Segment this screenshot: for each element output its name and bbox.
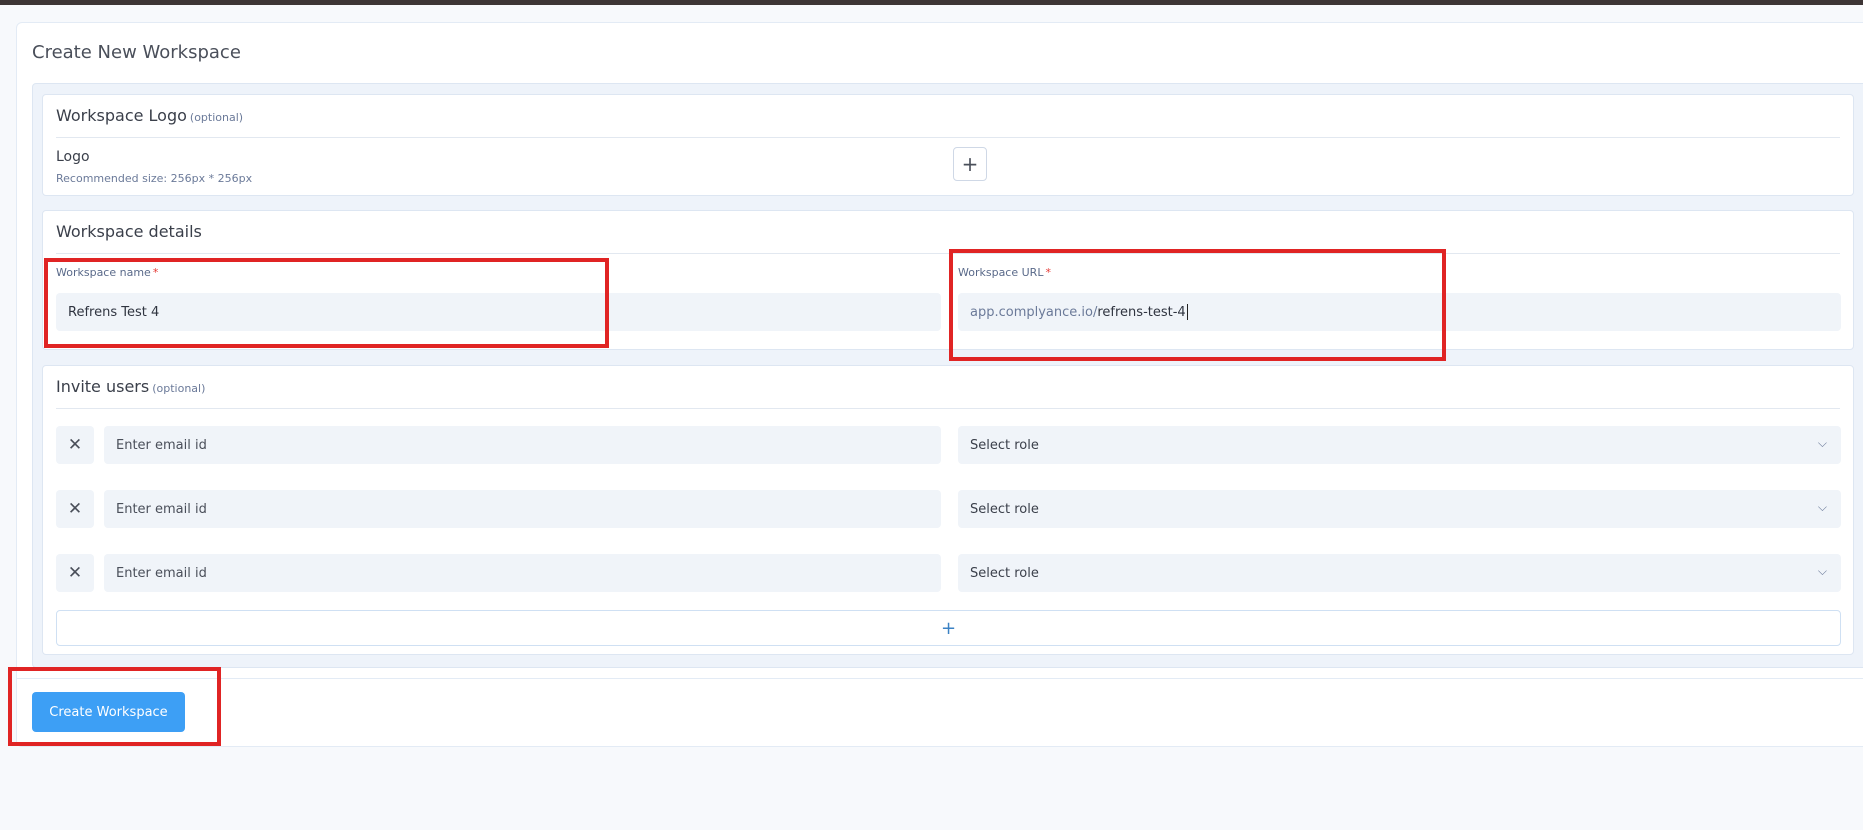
- workspace-name-input[interactable]: Refrens Test 4: [56, 293, 941, 331]
- workspace-details-section: Workspace details Workspace name * Refren…: [42, 210, 1854, 350]
- add-logo-button[interactable]: +: [953, 147, 987, 181]
- footer-divider: [16, 678, 1863, 679]
- optional-tag: (optional): [152, 382, 206, 395]
- required-mark: *: [152, 266, 159, 279]
- role-select[interactable]: Select role ⌵: [958, 426, 1841, 464]
- details-section-title: Workspace details: [56, 222, 202, 241]
- logo-label: Logo: [56, 149, 90, 165]
- workspace-name-label: Workspace name *: [56, 266, 159, 279]
- remove-invite-button[interactable]: ✕: [56, 490, 94, 528]
- plus-icon: +: [940, 617, 957, 639]
- url-prefix: app.complyance.io/: [970, 304, 1098, 320]
- divider: [56, 408, 1840, 409]
- invite-section-title: Invite users (optional): [56, 377, 206, 396]
- chevron-down-icon: ⌵: [1817, 436, 1827, 450]
- divider: [56, 253, 1840, 254]
- text-caret: [1186, 304, 1188, 320]
- logo-section-title: Workspace Logo (optional): [56, 106, 244, 125]
- create-workspace-button[interactable]: Create Workspace: [32, 692, 185, 732]
- logo-size-hint: Recommended size: 256px * 256px: [56, 172, 253, 185]
- logo-section: Workspace Logo (optional) Logo Recommende…: [42, 94, 1854, 196]
- top-bar: [0, 0, 1863, 5]
- chevron-down-icon: ⌵: [1817, 500, 1827, 514]
- url-slug: refrens-test-4: [1097, 304, 1186, 320]
- remove-invite-button[interactable]: ✕: [56, 426, 94, 464]
- remove-invite-button[interactable]: ✕: [56, 554, 94, 592]
- role-select[interactable]: Select role ⌵: [958, 554, 1841, 592]
- optional-tag: (optional): [189, 111, 244, 124]
- workspace-url-input[interactable]: app.complyance.io/refrens-test-4: [958, 293, 1841, 331]
- page-title: Create New Workspace: [32, 42, 241, 63]
- divider: [56, 137, 1840, 138]
- invite-users-section: Invite users (optional) ✕ Enter email id …: [42, 365, 1854, 655]
- close-icon: ✕: [67, 499, 83, 519]
- plus-icon: +: [961, 152, 979, 176]
- close-icon: ✕: [67, 563, 83, 583]
- role-select[interactable]: Select role ⌵: [958, 490, 1841, 528]
- close-icon: ✕: [67, 435, 83, 455]
- chevron-down-icon: ⌵: [1817, 564, 1827, 578]
- email-input[interactable]: Enter email id: [104, 554, 941, 592]
- email-input[interactable]: Enter email id: [104, 490, 941, 528]
- add-invite-row-button[interactable]: +: [56, 610, 1841, 646]
- workspace-url-label: Workspace URL *: [958, 266, 1051, 279]
- email-input[interactable]: Enter email id: [104, 426, 941, 464]
- required-mark: *: [1045, 266, 1051, 279]
